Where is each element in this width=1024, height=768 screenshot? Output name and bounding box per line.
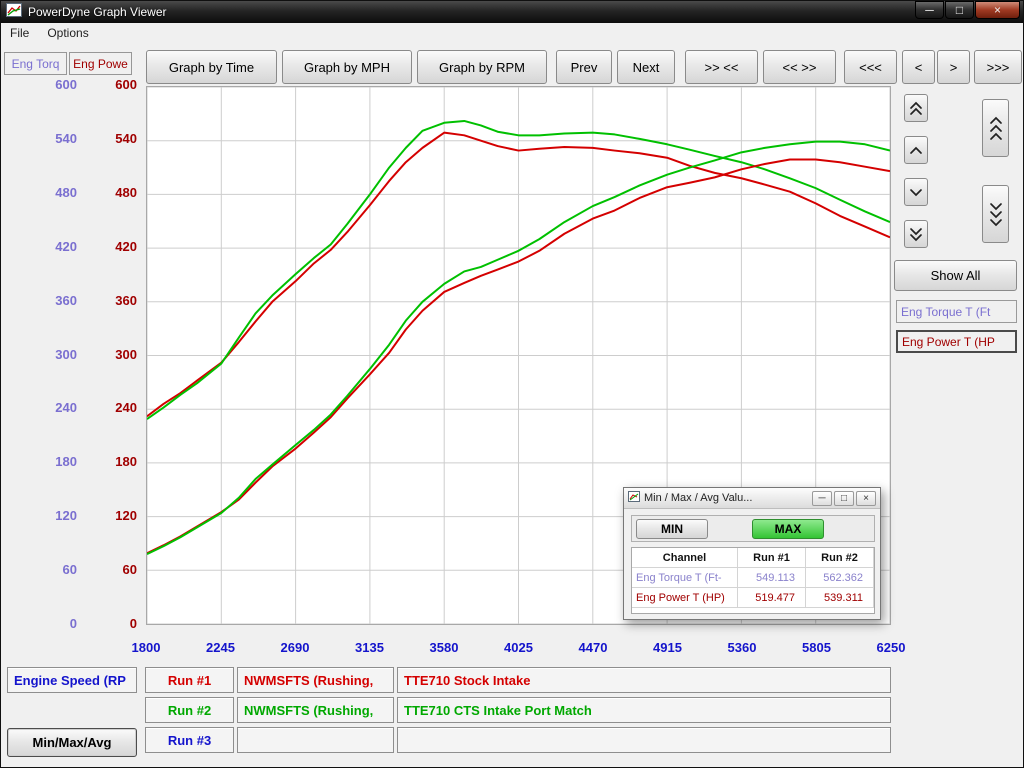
graph-by-rpm-button[interactable]: Graph by RPM xyxy=(417,50,547,84)
y-tick-label-torque: 480 xyxy=(31,185,77,200)
minmax-titlebar[interactable]: Min / Max / Avg Valu... ─ □ × xyxy=(624,488,880,509)
menu-file[interactable]: File xyxy=(1,24,38,42)
show-all-button[interactable]: Show All xyxy=(894,260,1017,291)
y-tick-label-power: 540 xyxy=(91,131,137,146)
run3-label: Run #3 xyxy=(145,727,234,753)
run1-description: TTE710 Stock Intake xyxy=(397,667,891,693)
minimize-button[interactable]: ─ xyxy=(915,1,944,19)
y-tick-label-torque: 420 xyxy=(31,239,77,254)
table-row: Eng Power T (HP) 519.477 539.311 xyxy=(632,588,874,608)
y-zoom-down-button[interactable] xyxy=(982,185,1009,243)
column-run2: Run #2 xyxy=(806,548,874,568)
x-axis-channel-button[interactable]: Engine Speed (RP xyxy=(7,667,137,693)
x-tick-label: 6250 xyxy=(859,640,923,655)
run1-info: NWMSFTS (Rushing, xyxy=(237,667,394,693)
run3-info xyxy=(237,727,394,753)
y-tick-label-power: 480 xyxy=(91,185,137,200)
zoom-in-x-button[interactable]: >> << xyxy=(685,50,758,84)
app-icon xyxy=(6,3,22,22)
y-tick-label-power: 120 xyxy=(91,508,137,523)
y-tick-label-torque: 540 xyxy=(31,131,77,146)
next-button[interactable]: Next xyxy=(617,50,675,84)
y-scroll-double-down-button[interactable] xyxy=(904,220,928,248)
column-run1: Run #1 xyxy=(738,548,806,568)
graph-by-mph-button[interactable]: Graph by MPH xyxy=(282,50,412,84)
minmax-minimize-button[interactable]: ─ xyxy=(812,491,832,506)
x-tick-label: 5360 xyxy=(710,640,774,655)
prev-button[interactable]: Prev xyxy=(556,50,612,84)
y-scroll-double-up-button[interactable] xyxy=(904,94,928,122)
tab-eng-power[interactable]: Eng Powe xyxy=(69,52,132,75)
minmax-window-icon xyxy=(628,491,640,505)
x-tick-label: 1800 xyxy=(114,640,178,655)
run1-label: Run #1 xyxy=(145,667,234,693)
y-tick-label-power: 360 xyxy=(91,293,137,308)
y-tick-label-power: 60 xyxy=(91,562,137,577)
channel-cell: Eng Power T (HP) xyxy=(632,588,738,608)
y-scroll-up-button[interactable] xyxy=(904,136,928,164)
scroll-left-button[interactable]: < xyxy=(902,50,935,84)
tab-eng-torque[interactable]: Eng Torq xyxy=(4,52,67,75)
run2-label: Run #2 xyxy=(145,697,234,723)
minmax-restore-button[interactable]: □ xyxy=(834,491,854,506)
scroll-far-right-button[interactable]: >>> xyxy=(974,50,1022,84)
column-channel: Channel xyxy=(632,548,738,568)
y-tick-label-torque: 180 xyxy=(31,454,77,469)
minmax-table: Channel Run #1 Run #2 Eng Torque T (Ft- … xyxy=(631,547,875,614)
minmax-table-header: Channel Run #1 Run #2 xyxy=(632,548,874,568)
x-tick-label: 4470 xyxy=(561,640,625,655)
value-cell: 549.113 xyxy=(738,568,806,588)
value-cell: 519.477 xyxy=(738,588,806,608)
x-tick-label: 4025 xyxy=(487,640,551,655)
y-tick-label-power: 240 xyxy=(91,400,137,415)
table-row: Eng Torque T (Ft- 549.113 562.362 xyxy=(632,568,874,588)
minmax-window: Min / Max / Avg Valu... ─ □ × MIN MAX Ch… xyxy=(623,487,881,620)
x-tick-label: 3135 xyxy=(338,640,402,655)
y-tick-label-torque: 60 xyxy=(31,562,77,577)
run2-info: NWMSFTS (Rushing, xyxy=(237,697,394,723)
minmax-avg-button[interactable]: Min/Max/Avg xyxy=(7,728,137,757)
y-scroll-down-button[interactable] xyxy=(904,178,928,206)
x-tick-label: 4915 xyxy=(636,640,700,655)
scroll-right-button[interactable]: > xyxy=(937,50,970,84)
minmax-window-title: Min / Max / Avg Valu... xyxy=(644,492,810,504)
maximize-button[interactable]: □ xyxy=(945,1,974,19)
app-window: PowerDyne Graph Viewer ─ □ × File Option… xyxy=(0,0,1024,768)
y-tick-label-power: 180 xyxy=(91,454,137,469)
channel-cell: Eng Torque T (Ft- xyxy=(632,568,738,588)
titlebar: PowerDyne Graph Viewer ─ □ × xyxy=(1,1,1023,23)
y-tick-label-power: 0 xyxy=(91,616,137,631)
x-tick-label: 5805 xyxy=(785,640,849,655)
value-cell: 539.311 xyxy=(806,588,874,608)
legend-eng-torque[interactable]: Eng Torque T (Ft xyxy=(896,300,1017,323)
y-tick-label-power: 420 xyxy=(91,239,137,254)
graph-by-time-button[interactable]: Graph by Time xyxy=(146,50,277,84)
x-tick-label: 2245 xyxy=(189,640,253,655)
menubar: File Options xyxy=(1,23,1023,43)
menu-options[interactable]: Options xyxy=(38,24,97,42)
y-tick-label-power: 600 xyxy=(91,77,137,92)
y-tick-label-torque: 0 xyxy=(31,616,77,631)
y-tick-label-torque: 120 xyxy=(31,508,77,523)
run2-description: TTE710 CTS Intake Port Match xyxy=(397,697,891,723)
x-tick-label: 3580 xyxy=(412,640,476,655)
min-toggle-button[interactable]: MIN xyxy=(636,519,708,539)
zoom-out-x-button[interactable]: << >> xyxy=(763,50,836,84)
run3-description xyxy=(397,727,891,753)
legend-eng-power[interactable]: Eng Power T (HP xyxy=(896,330,1017,353)
window-title: PowerDyne Graph Viewer xyxy=(28,5,167,19)
scroll-far-left-button[interactable]: <<< xyxy=(844,50,897,84)
y-tick-label-torque: 300 xyxy=(31,347,77,362)
y-tick-label-torque: 240 xyxy=(31,400,77,415)
max-toggle-button[interactable]: MAX xyxy=(752,519,824,539)
y-tick-label-torque: 360 xyxy=(31,293,77,308)
close-button[interactable]: × xyxy=(975,1,1020,19)
y-tick-label-torque: 600 xyxy=(31,77,77,92)
minmax-close-button[interactable]: × xyxy=(856,491,876,506)
x-tick-label: 2690 xyxy=(263,640,327,655)
y-tick-label-power: 300 xyxy=(91,347,137,362)
value-cell: 562.362 xyxy=(806,568,874,588)
y-zoom-up-button[interactable] xyxy=(982,99,1009,157)
